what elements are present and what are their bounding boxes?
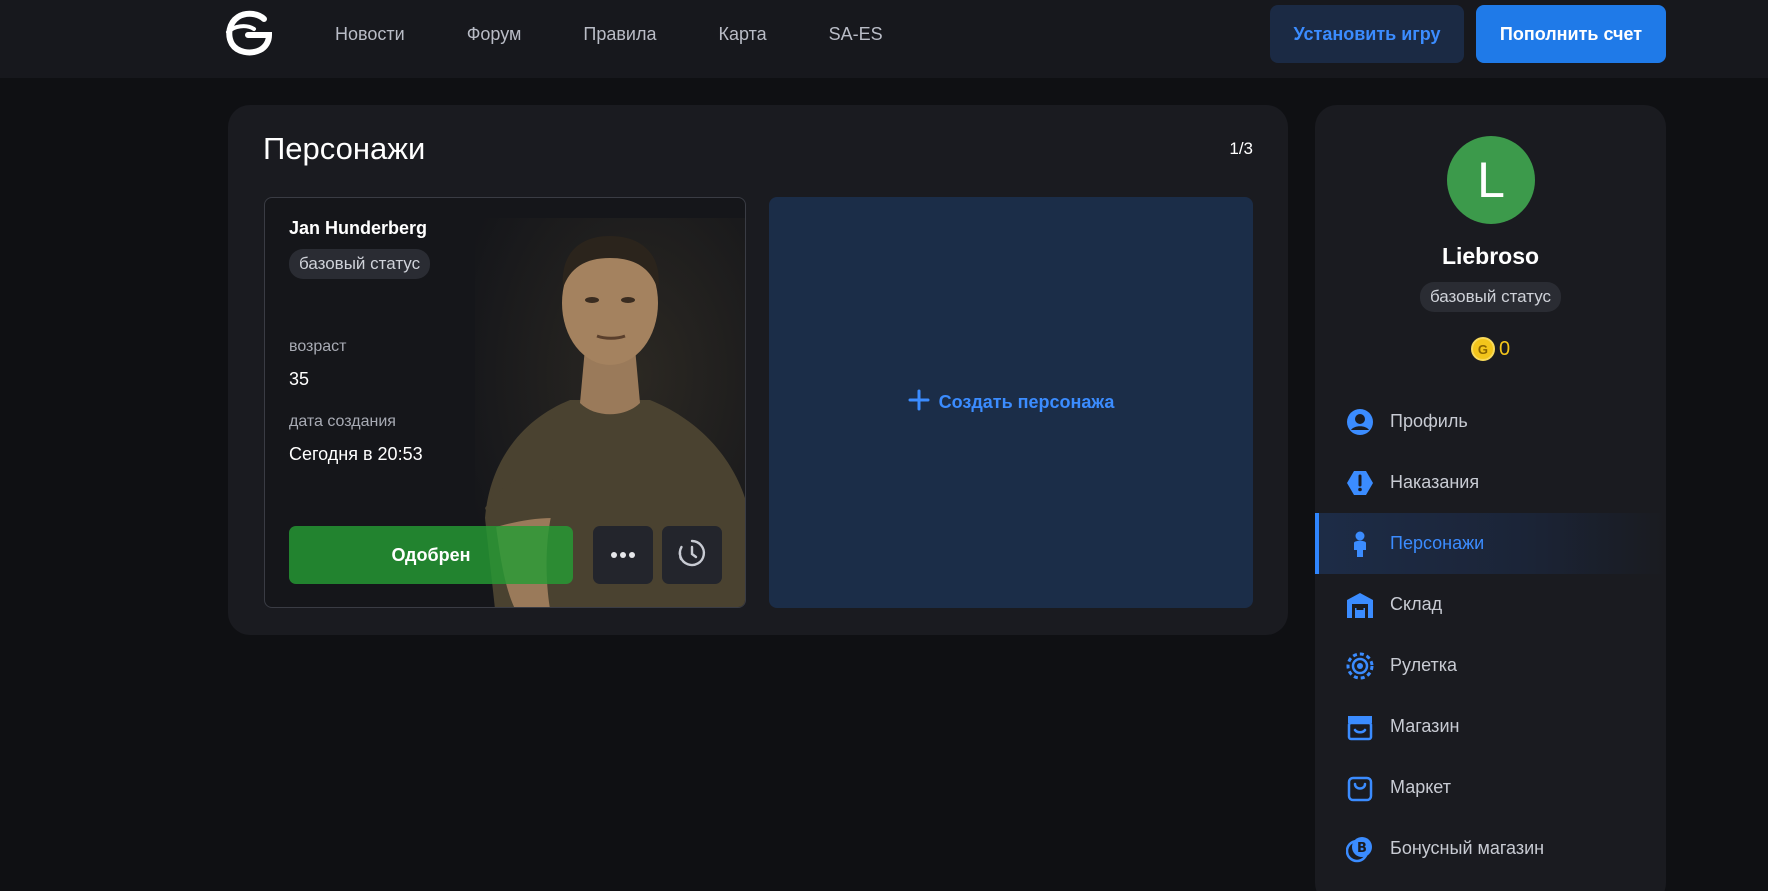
sidebar-item-label: Наказания [1390, 472, 1480, 492]
sidebar-item-punishments[interactable]: Наказания [1315, 452, 1666, 513]
user-status-badge: базовый статус [1419, 282, 1562, 312]
nav-map[interactable]: Карта [718, 24, 766, 45]
balance-value: 0 [1498, 337, 1511, 360]
history-clock-icon [677, 538, 707, 573]
age-label: возраст [289, 338, 347, 355]
create-character-action[interactable]: Создать персонажа [908, 389, 1115, 416]
warehouse-icon [1346, 591, 1374, 619]
more-dots-icon [610, 546, 636, 564]
sidebar-item-label: Склад [1390, 594, 1443, 614]
sidebar-item-label: Маркет [1390, 777, 1451, 797]
sidebar-item-label: Рулетка [1390, 655, 1458, 675]
sidebar-item-shop[interactable]: Магазин [1315, 696, 1666, 757]
nav-forum[interactable]: Форум [467, 24, 522, 45]
warning-hexagon-icon [1346, 469, 1374, 497]
created-date-value: Сегодня в 20:53 [289, 444, 423, 464]
character-card[interactable]: Jan Hunderberg базовый статус возраст 35… [264, 197, 746, 608]
approved-button[interactable]: Одобрен [289, 526, 573, 584]
create-character-label: Создать персонажа [938, 392, 1115, 412]
more-options-button[interactable] [593, 526, 653, 584]
store-icon [1346, 713, 1374, 741]
created-date-label: дата создания [289, 413, 396, 430]
character-name: Jan Hunderberg [289, 218, 428, 238]
roulette-icon [1346, 652, 1374, 680]
nav-rules[interactable]: Правила [583, 24, 656, 45]
avatar[interactable]: L [1447, 136, 1535, 224]
sidebar-item-label: Магазин [1390, 716, 1460, 736]
profile-sidebar: L Liebroso базовый статус G 0 Профиль На… [1315, 105, 1666, 891]
sidebar-item-roulette[interactable]: Рулетка [1315, 635, 1666, 696]
character-counter: 1/3 [1229, 139, 1253, 158]
age-value: 35 [289, 369, 310, 389]
install-game-button[interactable]: Установить игру [1270, 5, 1464, 63]
character-status-badge: базовый статус [289, 249, 431, 279]
sidebar-item-label: Персонажи [1390, 533, 1485, 553]
sidebar-item-label: Профиль [1390, 411, 1468, 431]
sidebar-item-profile[interactable]: Профиль [1315, 391, 1666, 452]
sidebar-item-characters[interactable]: Персонажи [1315, 513, 1666, 574]
username: Liebroso [1441, 243, 1540, 269]
svg-text:B: B [1357, 841, 1367, 856]
plus-icon [908, 389, 930, 416]
main-nav: Новости Форум Правила Карта SA-ES [335, 0, 945, 68]
create-character-card[interactable]: Создать персонажа [769, 197, 1253, 608]
person-icon [1346, 530, 1374, 558]
user-circle-icon [1346, 408, 1374, 436]
page-title: Персонажи [263, 131, 426, 166]
characters-panel: Персонажи 1/3 Jan Hunderberg базовый ста… [228, 105, 1288, 635]
sidebar-item-market[interactable]: Маркет [1315, 757, 1666, 818]
nav-sa-es[interactable]: SA-ES [829, 24, 883, 45]
bonus-coin-icon: B [1346, 835, 1374, 863]
sidebar-menu: Профиль Наказания Персонажи Склад Рулетк… [1315, 391, 1666, 879]
sidebar-item-warehouse[interactable]: Склад [1315, 574, 1666, 635]
coin-icon: G [1470, 337, 1495, 361]
shopping-bag-icon [1346, 774, 1374, 802]
logo-icon[interactable] [224, 10, 274, 56]
top-header: Новости Форум Правила Карта SA-ES Устано… [0, 0, 1768, 78]
sidebar-item-bonus-shop[interactable]: B Бонусный магазин [1315, 818, 1666, 879]
nav-news[interactable]: Новости [335, 24, 405, 45]
history-button[interactable] [662, 526, 722, 584]
sidebar-item-label: Бонусный магазин [1390, 838, 1545, 858]
top-up-button[interactable]: Пополнить счет [1476, 5, 1666, 63]
balance: G 0 [1315, 337, 1666, 361]
